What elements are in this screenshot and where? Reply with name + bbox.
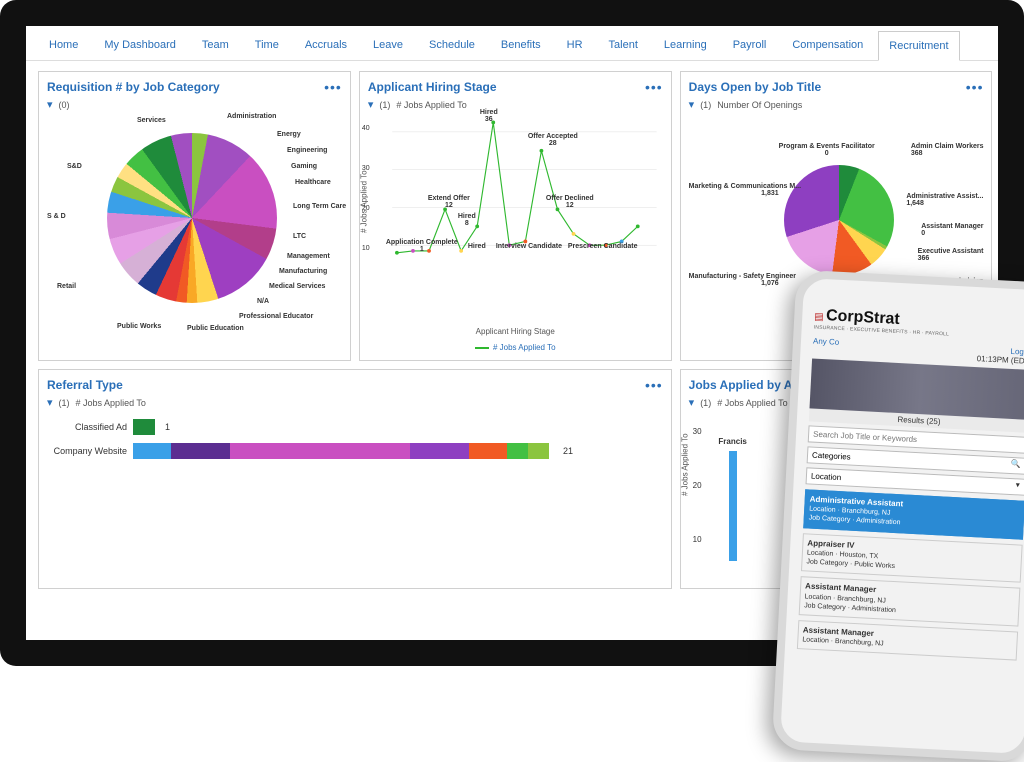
pie-slice-label: Public Education: [187, 325, 244, 332]
chart-req-pie: Services Administration Energy Engineeri…: [47, 113, 342, 352]
pie-slice-label: Manufacturing: [279, 268, 327, 275]
search-icon: 🔍: [1011, 459, 1021, 469]
filter-icon[interactable]: ▾: [47, 396, 53, 409]
pie-slice-label: Retail: [57, 283, 76, 290]
y-axis-label: # Jobs Applied To: [680, 433, 689, 496]
bar-label: Francis: [718, 437, 746, 446]
pie-slice-label: Energy: [277, 131, 301, 138]
tab-home[interactable]: Home: [38, 30, 89, 60]
filter-count: (1): [700, 100, 711, 110]
panel-more-icon[interactable]: •••: [966, 79, 984, 95]
pie-slice-label: S & D: [47, 213, 66, 220]
top-nav: Home My Dashboard Team Time Accruals Lea…: [26, 26, 998, 61]
pie-slice-label: Administration: [227, 113, 276, 120]
filter-icon[interactable]: ▾: [368, 98, 374, 111]
bar-label: Classified Ad: [47, 422, 127, 432]
pie-slice-label: Long Term Care: [293, 203, 346, 210]
pie-slice-label: N/A: [257, 298, 269, 305]
pie-slice-label: Healthcare: [295, 179, 331, 186]
tab-my-dashboard[interactable]: My Dashboard: [93, 30, 187, 60]
filter-icon[interactable]: ▾: [689, 98, 695, 111]
pie-slice-label: Services: [137, 117, 166, 124]
panel-referral-type: Referral Type ••• ▾ (1) # Jobs Applied T…: [38, 369, 672, 589]
filter-icon[interactable]: ▾: [689, 396, 695, 409]
panel-hiring-stage: Applicant Hiring Stage ••• ▾ (1) # Jobs …: [359, 71, 672, 361]
pie-chart: [784, 165, 894, 275]
pie-chart: [107, 133, 277, 303]
pie-slice-label: Gaming: [291, 163, 317, 170]
panel-title: Referral Type: [47, 374, 123, 396]
filter-count: (0): [59, 100, 70, 110]
bar-label: Company Website: [47, 446, 127, 456]
bar-value: 21: [563, 446, 573, 456]
bar-francis: [729, 451, 737, 561]
y-axis-label: # Jobs Applied To: [359, 170, 368, 233]
filter-metric: # Jobs Applied To: [76, 398, 146, 408]
job-card[interactable]: Assistant Manager Location · Branchburg,…: [797, 620, 1018, 661]
tab-team[interactable]: Team: [191, 30, 240, 60]
mobile-preview: ▤ CorpStrat INSURANCE · EXECUTIVE BENEFI…: [772, 270, 1024, 762]
filter-count: (1): [379, 100, 390, 110]
panel-title: Applicant Hiring Stage: [368, 76, 497, 98]
panel-more-icon[interactable]: •••: [645, 377, 663, 393]
tab-schedule[interactable]: Schedule: [418, 30, 486, 60]
tab-compensation[interactable]: Compensation: [781, 30, 874, 60]
chart-hiring-line: # Jobs Applied To Appli: [368, 113, 663, 352]
pie-slice-label: Professional Educator: [239, 313, 313, 320]
filter-metric: # Jobs Applied To: [396, 100, 466, 110]
job-card[interactable]: Assistant Manager Location · Branchburg,…: [799, 576, 1021, 626]
company-link[interactable]: Any Co: [812, 336, 839, 355]
panel-title: Requisition # by Job Category: [47, 76, 220, 98]
pie-slice-label: S&D: [67, 163, 82, 170]
tab-recruitment[interactable]: Recruitment: [878, 31, 959, 61]
filter-icon[interactable]: ▾: [47, 98, 53, 111]
tab-leave[interactable]: Leave: [362, 30, 414, 60]
filter-count: (1): [59, 398, 70, 408]
chart-referral-bars: Classified Ad 1 Company Website: [47, 411, 663, 580]
tab-talent[interactable]: Talent: [598, 30, 649, 60]
filter-count: (1): [700, 398, 711, 408]
panel-req-by-category: Requisition # by Job Category ••• ▾ (0) …: [38, 71, 351, 361]
legend-label: # Jobs Applied To: [493, 343, 556, 352]
filter-metric: # Jobs Applied To: [717, 398, 787, 408]
pie-slice-label: Engineering: [287, 147, 327, 154]
tab-hr[interactable]: HR: [556, 30, 594, 60]
bar-value: 1: [165, 422, 170, 432]
pie-slice-label: Public Works: [117, 323, 161, 330]
job-card[interactable]: Administrative Assistant Location · Bran…: [803, 489, 1024, 539]
tab-learning[interactable]: Learning: [653, 30, 718, 60]
chevron-down-icon: ▾: [1016, 480, 1020, 489]
panel-more-icon[interactable]: •••: [645, 79, 663, 95]
panel-more-icon[interactable]: •••: [324, 79, 342, 95]
tab-benefits[interactable]: Benefits: [490, 30, 552, 60]
brand-logo: ▤ CorpStrat INSURANCE · EXECUTIVE BENEFI…: [814, 307, 1024, 342]
filter-metric: Number Of Openings: [717, 100, 802, 110]
tab-payroll[interactable]: Payroll: [722, 30, 778, 60]
x-axis-label: Applicant Hiring Stage: [476, 327, 555, 336]
panel-title: Days Open by Job Title: [689, 76, 821, 98]
job-card[interactable]: Appraiser IV Location · Houston, TX Job …: [801, 533, 1023, 583]
pie-slice-label: Management: [287, 253, 330, 260]
current-time: 01:13PM (EDT): [977, 354, 1024, 366]
tab-accruals[interactable]: Accruals: [294, 30, 358, 60]
pie-slice-label: LTC: [293, 233, 306, 240]
tab-time[interactable]: Time: [244, 30, 290, 60]
pie-slice-label: Medical Services: [269, 283, 325, 290]
